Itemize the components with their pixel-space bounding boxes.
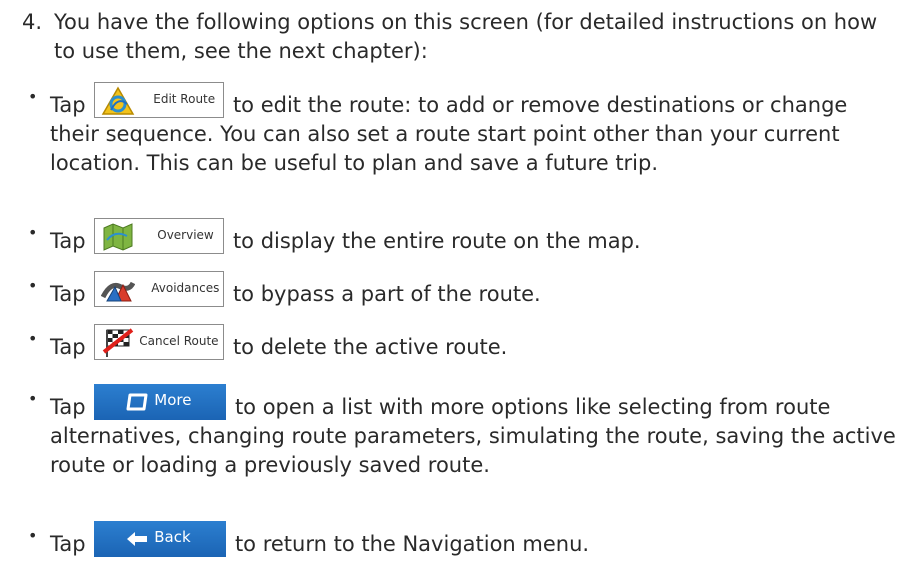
option-description: to display the entire route on the map.: [232, 229, 641, 253]
option-more: • Tap More to open a list with more opti…: [28, 384, 898, 480]
more-button-label: More: [154, 391, 192, 409]
tap-label: Tap: [50, 93, 86, 117]
avoidances-button-label: Avoidances: [151, 281, 220, 295]
tap-label: Tap: [50, 395, 86, 419]
more-icon: [126, 393, 148, 411]
avoidances-button[interactable]: Avoidances: [94, 271, 225, 307]
tap-label: Tap: [50, 532, 86, 556]
tap-label: Tap: [50, 335, 86, 359]
option-cancel-route: • Tap Cancel Route to delete the active …: [28, 324, 898, 362]
overview-button-label: Overview: [157, 228, 214, 242]
edit-route-button-label: Edit Route: [153, 92, 216, 106]
cancel-route-button-label: Cancel Route: [139, 334, 219, 348]
bullet: •: [28, 526, 38, 545]
cancel-route-flag-icon: [103, 328, 134, 357]
back-button-label: Back: [154, 528, 191, 546]
more-button[interactable]: More: [94, 384, 227, 420]
bullet: •: [28, 223, 38, 242]
tap-label: Tap: [50, 229, 86, 253]
avoidances-icon: [101, 281, 136, 302]
bullet: •: [28, 87, 38, 106]
option-avoidances: • Tap Avoidances to bypass a part of the…: [28, 271, 898, 309]
bullet: •: [28, 329, 38, 348]
edit-route-icon: [101, 86, 135, 115]
option-overview: • Tap Overview to display the entire rou…: [28, 218, 898, 256]
cancel-route-button[interactable]: Cancel Route: [94, 324, 225, 360]
step-number: 4.: [22, 10, 43, 34]
option-description: to delete the active route.: [232, 335, 508, 359]
overview-button[interactable]: Overview: [94, 218, 225, 254]
back-button[interactable]: Back: [94, 521, 227, 557]
bullet: •: [28, 276, 38, 295]
bullet: •: [28, 389, 38, 408]
tap-label: Tap: [50, 282, 86, 306]
step-text: You have the following options on this s…: [54, 10, 878, 63]
option-description: to return to the Navigation menu.: [234, 532, 590, 556]
back-arrow-icon: [127, 532, 148, 546]
edit-route-button[interactable]: Edit Route: [94, 82, 225, 118]
overview-map-icon: [103, 223, 133, 251]
step-4: 4. You have the following options on thi…: [22, 8, 902, 66]
option-description: to bypass a part of the route.: [232, 282, 541, 306]
option-edit-route: • Tap Edit Route to edit the route: to a…: [28, 82, 898, 178]
option-back: • Tap Back to return to the Navigation m…: [28, 521, 898, 559]
